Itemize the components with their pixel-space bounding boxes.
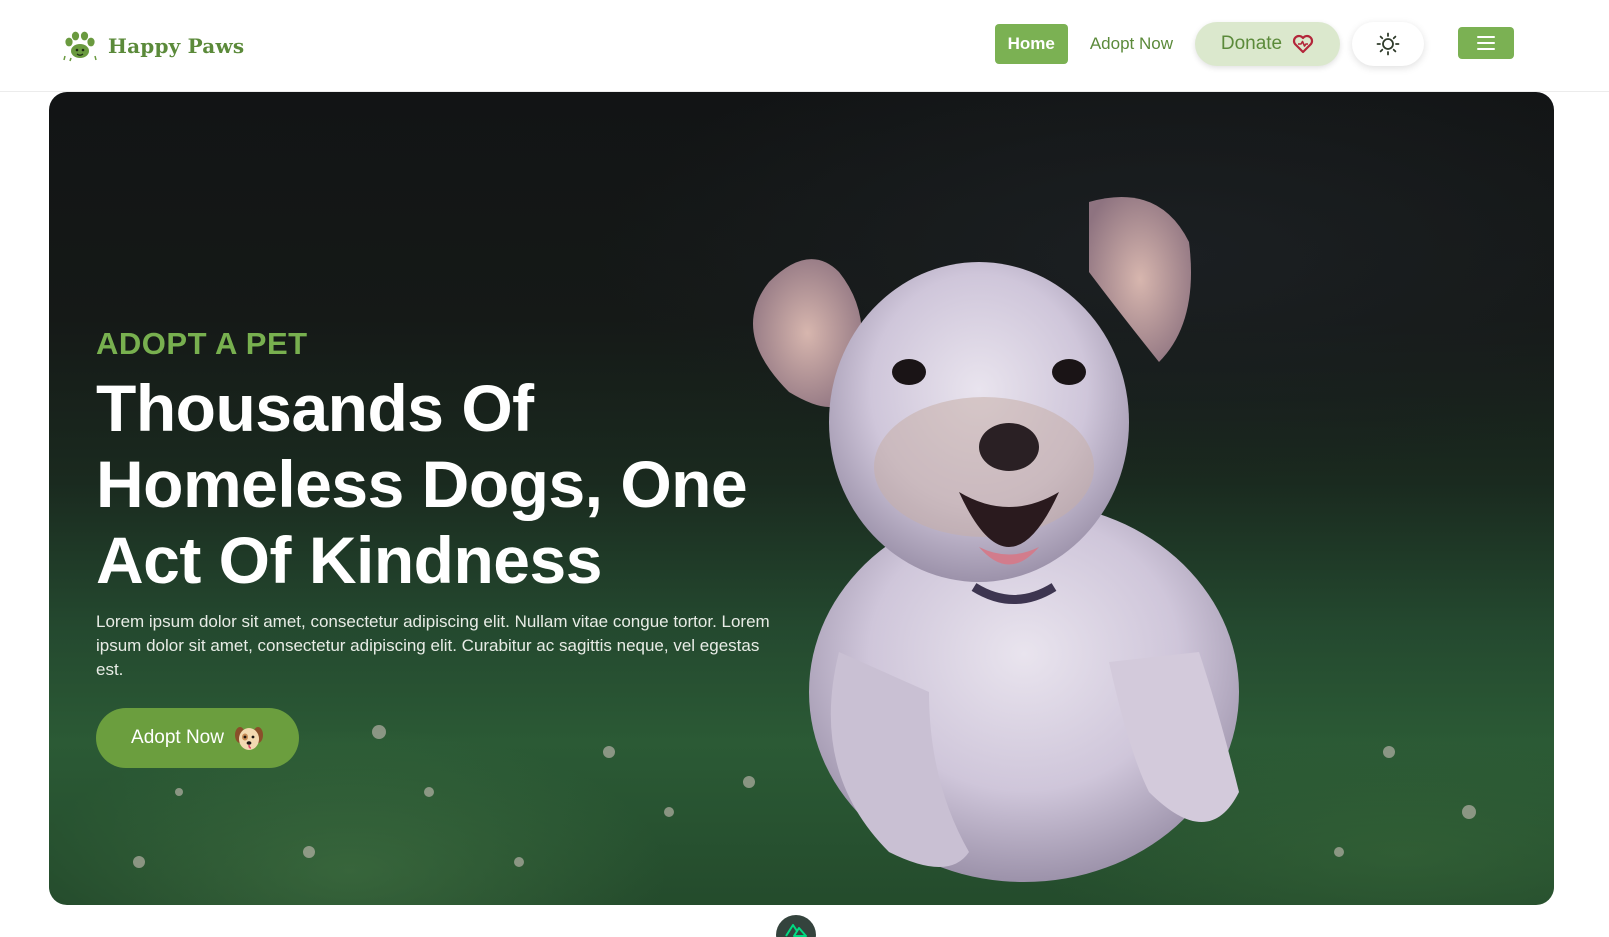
donate-button[interactable]: Donate bbox=[1195, 22, 1340, 66]
site-header: Happy Paws Home Adopt Now Donate bbox=[0, 0, 1609, 92]
hero-banner: ADOPT A PET Thousands Of Homeless Dogs, … bbox=[49, 92, 1554, 905]
hero-headline: Thousands Of Homeless Dogs, One Act Of K… bbox=[96, 370, 776, 598]
hamburger-icon-bar bbox=[1477, 48, 1495, 50]
hero-headline-line: Homeless Dogs, One bbox=[96, 447, 748, 521]
hero-eyebrow: ADOPT A PET bbox=[96, 326, 308, 361]
heart-icon bbox=[1293, 34, 1314, 54]
nav-home-link[interactable]: Home bbox=[994, 24, 1068, 64]
menu-button[interactable] bbox=[1458, 27, 1514, 59]
hero-headline-line: Thousands Of bbox=[96, 371, 534, 445]
brand-name: Happy Paws bbox=[108, 34, 245, 58]
hamburger-icon-bar bbox=[1477, 42, 1495, 44]
donate-button-label: Donate bbox=[1220, 33, 1283, 54]
paw-icon bbox=[63, 31, 97, 62]
hero-headline-line: Act Of Kindness bbox=[96, 523, 602, 597]
theme-toggle-button[interactable] bbox=[1352, 22, 1424, 66]
adopt-now-button-label: Adopt Now bbox=[131, 727, 224, 748]
brand-logo-link[interactable]: Happy Paws bbox=[62, 28, 244, 64]
nuxt-devtools-badge[interactable] bbox=[776, 915, 816, 937]
sun-icon bbox=[1376, 32, 1400, 56]
adopt-now-button[interactable]: Adopt Now bbox=[96, 708, 299, 768]
dog-face-icon bbox=[234, 727, 263, 750]
hamburger-icon bbox=[1477, 36, 1495, 38]
nuxt-logo-icon bbox=[785, 924, 807, 937]
hero-description: Lorem ipsum dolor sit amet, consectetur … bbox=[96, 612, 770, 679]
nav-adopt-now-link[interactable]: Adopt Now bbox=[1080, 24, 1183, 64]
hero-content: ADOPT A PET Thousands Of Homeless Dogs, … bbox=[96, 326, 776, 768]
main-nav: Home Adopt Now Donate bbox=[994, 22, 1424, 66]
